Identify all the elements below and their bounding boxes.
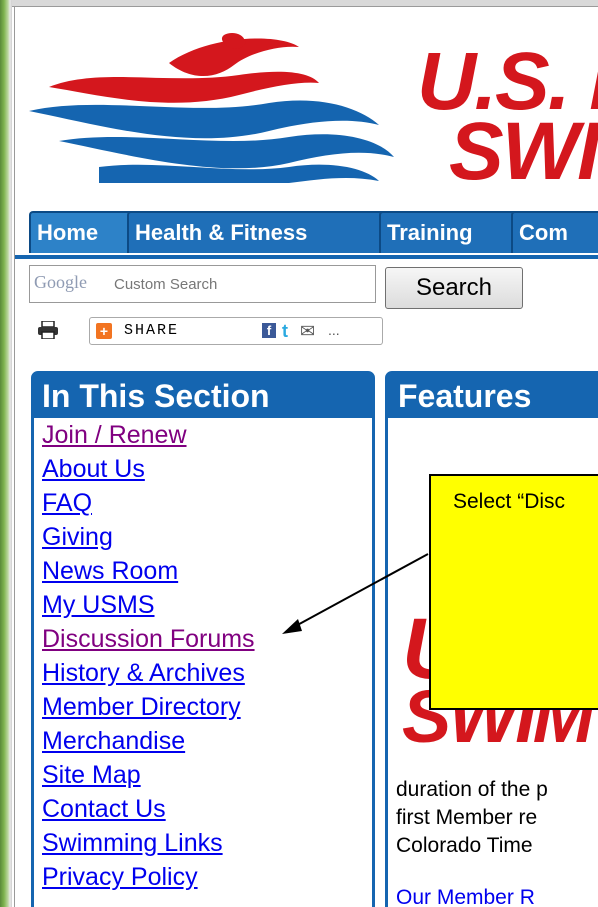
window-frame-left xyxy=(0,0,12,907)
section-link-item: Site Map xyxy=(42,758,372,792)
features-more-link[interactable]: Our Member R xyxy=(396,886,535,907)
facebook-icon[interactable]: f xyxy=(262,323,276,338)
swimmer-wave-icon xyxy=(29,33,394,183)
section-link-item: FAQ xyxy=(42,486,372,520)
tab-health-fitness[interactable]: Health & Fitness xyxy=(127,211,387,253)
search-button[interactable]: Search xyxy=(385,267,523,309)
page: U.S. M SWI Home Health & Fitness Trainin… xyxy=(14,7,598,907)
search-placeholder: Custom Search xyxy=(114,276,218,293)
more-icon[interactable]: ... xyxy=(328,322,340,338)
section-link-item: History & Archives xyxy=(42,656,372,690)
section-link-item: Contact Us xyxy=(42,792,372,826)
section-link-my-usms[interactable]: My USMS xyxy=(42,591,155,619)
section-link-item: My USMS xyxy=(42,588,372,622)
section-link-swimming-links[interactable]: Swimming Links xyxy=(42,829,223,857)
section-link-privacy-policy[interactable]: Privacy Policy xyxy=(42,863,198,891)
window-frame-top xyxy=(12,0,598,7)
share-row: + SHARE f t ✉ ... xyxy=(37,317,383,345)
features-body-line: Colorado Time xyxy=(396,834,533,857)
section-link-site-map[interactable]: Site Map xyxy=(42,761,141,789)
features-body-line: first Member re xyxy=(396,806,538,829)
section-links: Join / Renew About Us FAQ Giving News Room My… xyxy=(34,418,372,894)
section-link-faq[interactable]: FAQ xyxy=(42,489,92,517)
section-link-news-room[interactable]: News Room xyxy=(42,557,178,585)
section-link-item: Giving xyxy=(42,520,372,554)
section-link-join-renew[interactable]: Join / Renew xyxy=(42,421,187,449)
section-link-member-directory[interactable]: Member Directory xyxy=(42,693,241,721)
search-input[interactable]: Google Custom Search xyxy=(29,265,376,303)
section-link-item: Merchandise xyxy=(42,724,372,758)
section-link-giving[interactable]: Giving xyxy=(42,523,113,551)
section-link-history-archives[interactable]: History & Archives xyxy=(42,659,245,687)
twitter-icon[interactable]: t xyxy=(282,321,288,342)
features-body: duration of the p first Member re Colora… xyxy=(396,776,548,860)
section-link-item: Swimming Links xyxy=(42,826,372,860)
features-body-line: duration of the p xyxy=(396,778,548,801)
callout-note: Select “Disc xyxy=(429,474,598,710)
section-link-merchandise[interactable]: Merchandise xyxy=(42,727,185,755)
printer-icon[interactable] xyxy=(37,321,59,339)
addthis-plus-icon: + xyxy=(96,323,112,339)
section-title: In This Section xyxy=(34,374,372,418)
section-link-discussion-forums[interactable]: Discussion Forums xyxy=(42,625,255,653)
section-link-item: About Us xyxy=(42,452,372,486)
features-title: Features xyxy=(388,374,598,418)
section-link-item: Discussion Forums xyxy=(42,622,372,656)
share-widget[interactable]: + SHARE f t ✉ ... xyxy=(89,317,383,345)
section-link-item: Member Directory xyxy=(42,690,372,724)
tab-training[interactable]: Training xyxy=(379,211,519,253)
section-link-item: Join / Renew xyxy=(42,418,372,452)
tab-home[interactable]: Home xyxy=(29,211,135,253)
section-link-item: Privacy Policy xyxy=(42,860,372,894)
usms-logo[interactable]: U.S. M SWI xyxy=(19,13,598,209)
main-nav: Home Health & Fitness Training Com xyxy=(15,207,598,259)
email-icon[interactable]: ✉ xyxy=(300,321,315,342)
google-logo: Google xyxy=(34,272,87,292)
section-link-contact-us[interactable]: Contact Us xyxy=(42,795,166,823)
share-label: SHARE xyxy=(124,322,180,339)
in-this-section-box: In This Section Join / Renew About Us FAQ G… xyxy=(31,371,375,907)
logo-title-line2: SWI xyxy=(449,106,598,197)
section-link-about-us[interactable]: About Us xyxy=(42,455,145,483)
callout-text: Select “Disc xyxy=(453,490,566,513)
tab-community[interactable]: Com xyxy=(511,211,598,253)
section-link-item: News Room xyxy=(42,554,372,588)
